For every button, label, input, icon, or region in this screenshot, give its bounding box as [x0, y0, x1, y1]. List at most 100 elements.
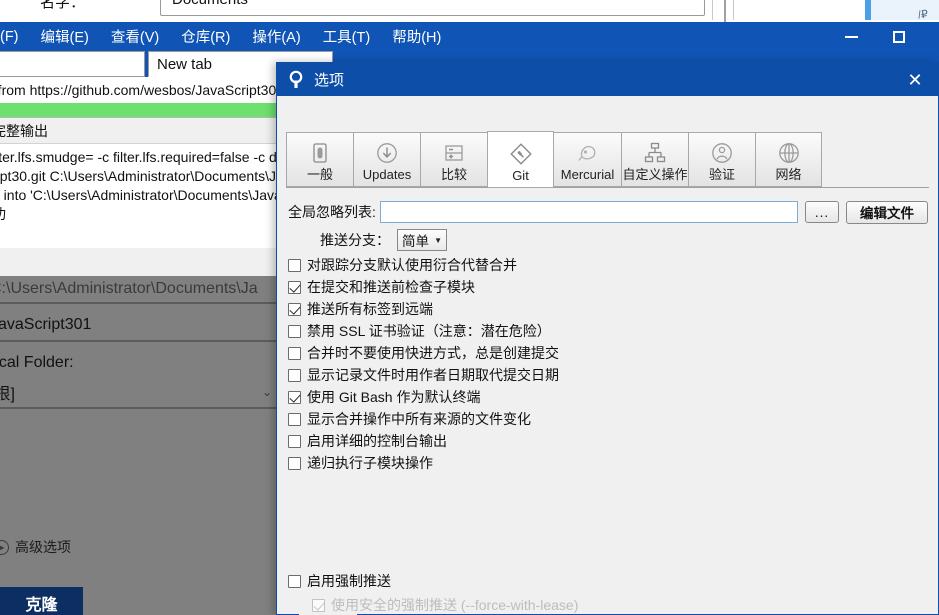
push-branches-row: 推送分支： 简单 ▼: [288, 228, 447, 252]
dialog-titlebar: 选项 ✕: [277, 63, 938, 96]
checkbox-box: [288, 280, 301, 294]
tab-general[interactable]: 一般: [286, 132, 353, 187]
console-spacer: [0, 248, 282, 276]
checkbox-no-fast-forward[interactable]: 合并时不要使用快进方式，总是创建提交: [288, 342, 928, 364]
toolbar-divider-1: [712, 0, 713, 20]
maximize-icon: [893, 30, 905, 43]
menu-item-actions[interactable]: 操作(A): [252, 26, 300, 47]
checkbox-box: [288, 412, 301, 426]
close-icon[interactable]: ✕: [892, 63, 938, 96]
tab-network-label: 网络: [775, 167, 802, 182]
browser-glyph-icon: /₽: [917, 8, 929, 22]
menu-item-help[interactable]: 帮助(H): [392, 26, 441, 47]
menu-item-view[interactable]: 查看(V): [111, 26, 159, 47]
tab-general-label: 一般: [306, 167, 333, 182]
menu-item-repository[interactable]: 仓库(R): [181, 26, 230, 47]
tab-updates[interactable]: Updates: [353, 132, 420, 187]
tab-custom-actions[interactable]: 自定义操作: [621, 132, 688, 187]
checkbox-verbose-console[interactable]: 启用详细的控制台输出: [288, 430, 928, 452]
general-icon: [309, 139, 331, 167]
checkbox-label: 递归执行子模块操作: [307, 455, 433, 471]
clone-button[interactable]: 克隆: [0, 587, 83, 615]
sourcetree-icon: [286, 70, 306, 90]
download-arrow-icon: [375, 139, 399, 167]
checkbox-disable-ssl[interactable]: 禁用 SSL 证书验证（注意：潜在危险）: [288, 320, 928, 342]
clone-progress-bar: [0, 103, 282, 118]
local-folder-label: ocal Folder:: [0, 354, 74, 371]
clone-status-label: g from https://github.com/wesbos/JavaScr…: [0, 82, 281, 98]
git-options-checkbox-list: 对跟踪分支默认使用衍合代替合并 在提交和推送前检查子模块 推送所有标签到远端 禁…: [288, 254, 928, 474]
full-output-toggle[interactable]: 完整输出: [0, 118, 282, 144]
advanced-options-toggle[interactable]: ▶ 高级选项: [0, 532, 282, 562]
user-auth-icon: [710, 139, 734, 167]
destination-path-value: C:\Users\Administrator\Documents\Ja: [0, 276, 282, 304]
toolbar-divider-3: [733, 0, 734, 20]
push-branches-select[interactable]: 简单 ▼: [397, 229, 447, 251]
checkbox-label: 使用安全的强制推送 (--force-with-lease): [331, 597, 579, 613]
console-line: ript30.git C:\Users\Administrator\Docume…: [0, 168, 282, 184]
maximize-button[interactable]: [876, 22, 922, 51]
checkbox-author-date[interactable]: 显示记录文件时用作者日期取代提交日期: [288, 364, 928, 386]
tab-diff-label: 比较: [440, 167, 467, 182]
tab-authentication-label: 验证: [708, 167, 735, 182]
checkbox-box: [288, 574, 301, 588]
repo-name-value: JavaScript301: [0, 316, 92, 333]
checkbox-label: 显示合并操作中所有来源的文件变化: [307, 411, 531, 427]
dialog-surface: 一般 Updates 比较 Git Mercurial 自定义操作 验证 网络 …: [277, 96, 938, 615]
checkbox-box: [288, 324, 301, 338]
checkbox-box: [288, 390, 301, 404]
checkbox-label: 在提交和推送前检查子模块: [307, 279, 475, 295]
edit-file-button[interactable]: 编辑文件: [846, 200, 928, 224]
repo-name-field[interactable]: JavaScript301: [0, 310, 282, 342]
local-folder-label-row: ocal Folder:: [0, 349, 282, 377]
checkbox-box: [288, 434, 301, 448]
checkbox-label: 显示记录文件时用作者日期取代提交日期: [307, 367, 559, 383]
advanced-options-label: 高级选项: [15, 539, 71, 555]
custom-actions-icon: [642, 139, 668, 167]
checkbox-git-bash-terminal[interactable]: 使用 Git Bash 作为默认终端: [288, 386, 928, 408]
screen-root: 名字： Documents /₽ (F) 编辑(E) 查看(V) 仓库(R) 操…: [0, 0, 939, 615]
global-ignore-row: 全局忽略列表: ... 编辑文件: [288, 200, 928, 224]
tab-authentication[interactable]: 验证: [688, 132, 755, 187]
tab-network[interactable]: 网络: [755, 132, 822, 187]
menu-item-file[interactable]: (F): [0, 29, 19, 45]
tab-mercurial-label: Mercurial: [560, 167, 615, 182]
checkbox-recursive-submodule[interactable]: 递归执行子模块操作: [288, 452, 928, 474]
toolbar-divider-2: [724, 0, 726, 22]
push-branches-label: 推送分支：: [320, 232, 390, 248]
browse-button[interactable]: ...: [805, 201, 839, 223]
sourcetree-tab-0[interactable]: b: [0, 51, 145, 77]
console-line: 功: [0, 205, 282, 224]
push-branches-value: 简单: [402, 234, 429, 249]
sourcetree-tab-new-label: New tab: [157, 55, 213, 73]
chevron-down-icon[interactable]: ⌄: [262, 385, 272, 399]
git-diamond-icon: [508, 140, 534, 168]
local-folder-combo[interactable]: [根] ⌄: [0, 377, 282, 409]
tab-mercurial[interactable]: Mercurial: [554, 132, 621, 187]
checkbox-label: 禁用 SSL 证书验证（注意：潜在危险）: [307, 323, 551, 339]
tab-diff[interactable]: 比较: [420, 132, 487, 187]
checkbox-enable-force-push[interactable]: 启用强制推送: [288, 570, 391, 592]
dialog-title: 选项: [314, 72, 345, 89]
tab-git[interactable]: Git: [487, 131, 554, 188]
checkbox-box: [288, 456, 301, 470]
local-folder-value: [根]: [0, 386, 15, 403]
checkbox-rebase-by-default[interactable]: 对跟踪分支默认使用衍合代替合并: [288, 254, 928, 276]
console-output: ilter.lfs.smudge= -c filter.lfs.required…: [0, 144, 282, 248]
diff-icon: [442, 139, 466, 167]
browser-page-preview: [871, 0, 939, 20]
checkbox-label: 合并时不要使用快进方式，总是创建提交: [307, 345, 559, 361]
dialog-tabbar: 一般 Updates 比较 Git Mercurial 自定义操作 验证 网络: [286, 131, 929, 188]
checkbox-push-all-tags[interactable]: 推送所有标签到远端: [288, 298, 928, 320]
checkbox-label: 推送所有标签到远端: [307, 301, 433, 317]
mercurial-icon: [575, 139, 601, 167]
chevron-right-icon: ▶: [0, 539, 9, 555]
checkbox-check-submodules[interactable]: 在提交和推送前检查子模块: [288, 276, 928, 298]
menu-item-tools[interactable]: 工具(T): [323, 26, 371, 47]
tab-custom-actions-label: 自定义操作: [622, 167, 688, 182]
checkbox-show-merge-sources[interactable]: 显示合并操作中所有来源的文件变化: [288, 408, 928, 430]
menu-item-edit[interactable]: 编辑(E): [41, 26, 89, 47]
chevron-down-icon: ▼: [434, 235, 442, 245]
minimize-button[interactable]: [828, 22, 874, 51]
global-ignore-input[interactable]: [379, 201, 798, 223]
